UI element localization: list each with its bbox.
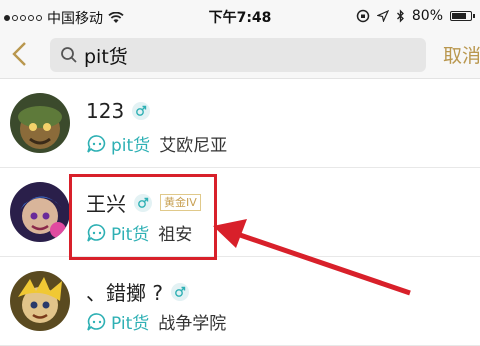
annotation-arrow [213, 219, 411, 296]
